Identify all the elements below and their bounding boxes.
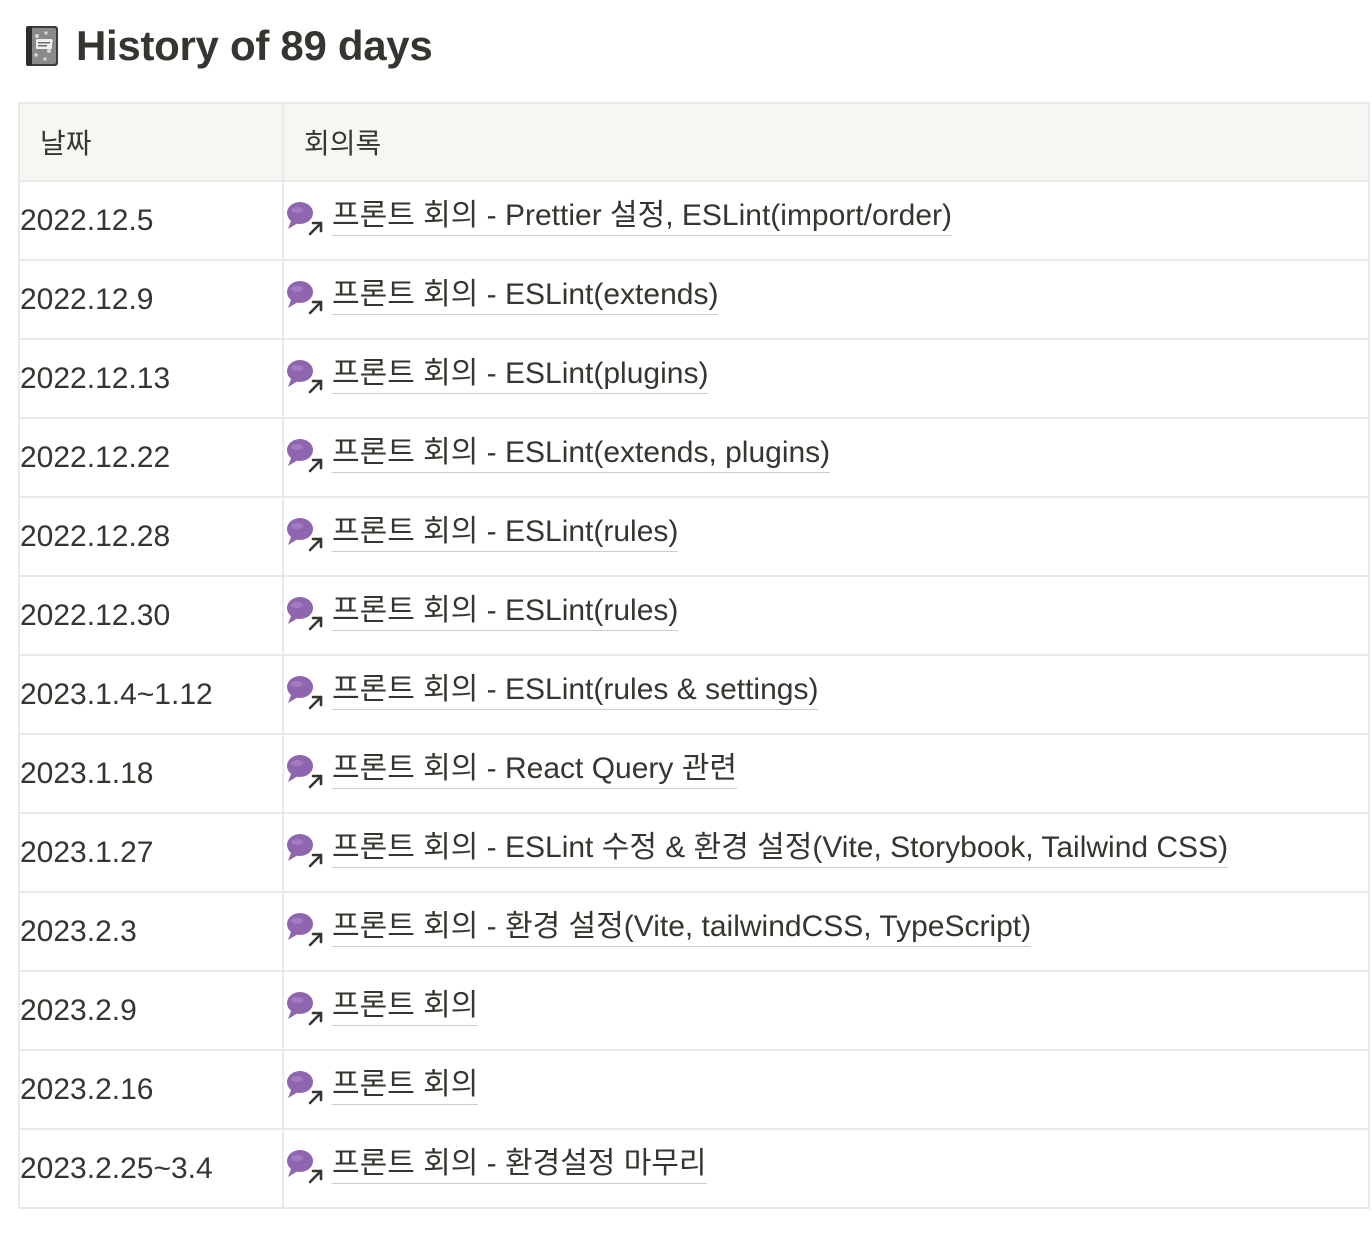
page-link-text[interactable]: 프론트 회의 - React Query 관련 xyxy=(332,751,737,789)
table-row: 2022.12.13 프론트 회의 - ESLint(plugins) xyxy=(18,338,1370,419)
date-cell[interactable]: 2023.2.3 xyxy=(18,891,284,972)
speech-bubble-link-icon xyxy=(284,909,324,949)
speech-bubble-link-icon xyxy=(284,593,324,633)
page-link[interactable]: 프론트 회의 - ESLint(extends) xyxy=(284,276,719,317)
speech-bubble-link-icon xyxy=(284,672,324,712)
table-row: 2023.2.3 프론트 회의 - 환경 설정(Vite, tailwindCS… xyxy=(18,891,1370,972)
page-heading: History of 89 days xyxy=(22,18,433,74)
page-link-text[interactable]: 프론트 회의 - 환경설정 마무리 xyxy=(332,1146,707,1184)
page-link-text[interactable]: 프론트 회의 - ESLint(rules & settings) xyxy=(332,672,819,710)
page-link-text[interactable]: 프론트 회의 xyxy=(332,1067,479,1105)
speech-bubble-link-icon xyxy=(284,830,324,870)
speech-bubble-link-icon xyxy=(284,1146,324,1186)
page-link-text[interactable]: 프론트 회의 - ESLint(extends) xyxy=(332,277,719,315)
page-link[interactable]: 프론트 회의 - Prettier 설정, ESLint(import/orde… xyxy=(284,197,952,237)
notion-page: History of 89 days 날짜 회의록 2022.12.5 프론트 … xyxy=(0,0,1372,1238)
page-link-text[interactable]: 프론트 회의 - ESLint(plugins) xyxy=(332,356,709,394)
page-title: History of 89 days xyxy=(76,22,433,69)
date-cell[interactable]: 2023.1.27 xyxy=(18,812,284,893)
date-cell[interactable]: 2022.12.28 xyxy=(18,496,284,577)
speech-bubble-link-icon xyxy=(284,1067,324,1107)
minutes-cell: 프론트 회의 - Prettier 설정, ESLint(import/orde… xyxy=(282,180,1370,261)
speech-bubble-link-icon xyxy=(284,751,324,791)
table-header-row: 날짜 회의록 xyxy=(18,102,1370,182)
page-link[interactable]: 프론트 회의 - ESLint(extends, plugins) xyxy=(284,434,831,475)
date-cell[interactable]: 2022.12.5 xyxy=(18,180,284,261)
speech-bubble-link-icon xyxy=(284,514,324,554)
minutes-cell: 프론트 회의 - ESLint(rules) xyxy=(282,575,1370,656)
table-row: 2023.2.9 프론트 회의 xyxy=(18,970,1370,1051)
minutes-cell: 프론트 회의 - 환경설정 마무리 xyxy=(282,1128,1370,1209)
date-cell[interactable]: 2022.12.22 xyxy=(18,417,284,498)
table-row: 2022.12.22 프론트 회의 - ESLint(extends, plug… xyxy=(18,417,1370,498)
minutes-cell: 프론트 회의 xyxy=(282,1049,1370,1130)
table-row: 2023.1.18 프론트 회의 - React Query 관련 xyxy=(18,733,1370,814)
speech-bubble-link-icon xyxy=(284,198,324,238)
page-link-text[interactable]: 프론트 회의 - ESLint 수정 & 환경 설정(Vite, Storybo… xyxy=(332,830,1229,868)
notebook-icon xyxy=(22,24,62,68)
column-header-date[interactable]: 날짜 xyxy=(18,102,284,182)
table-row: 2022.12.28 프론트 회의 - ESLint(rules) xyxy=(18,496,1370,577)
minutes-cell: 프론트 회의 - ESLint(rules) xyxy=(282,496,1370,577)
date-cell[interactable]: 2022.12.13 xyxy=(18,338,284,419)
page-link-text[interactable]: 프론트 회의 xyxy=(332,988,479,1026)
column-header-minutes[interactable]: 회의록 xyxy=(282,102,1370,182)
date-cell[interactable]: 2023.2.9 xyxy=(18,970,284,1051)
minutes-cell: 프론트 회의 - 환경 설정(Vite, tailwindCSS, TypeSc… xyxy=(282,891,1370,972)
date-cell[interactable]: 2023.2.25~3.4 xyxy=(18,1128,284,1209)
minutes-cell: 프론트 회의 - ESLint(rules & settings) xyxy=(282,654,1370,735)
date-cell[interactable]: 2023.2.16 xyxy=(18,1049,284,1130)
page-link[interactable]: 프론트 회의 - React Query 관련 xyxy=(284,750,737,790)
table-row: 2023.1.4~1.12 프론트 회의 - ESLint(rules & se… xyxy=(18,654,1370,735)
page-link[interactable]: 프론트 회의 - 환경 설정(Vite, tailwindCSS, TypeSc… xyxy=(284,908,1032,949)
speech-bubble-link-icon xyxy=(284,435,324,475)
minutes-cell: 프론트 회의 - ESLint(extends) xyxy=(282,259,1370,340)
date-cell[interactable]: 2022.12.9 xyxy=(18,259,284,340)
minutes-cell: 프론트 회의 - ESLint 수정 & 환경 설정(Vite, Storybo… xyxy=(282,812,1370,893)
page-link-text[interactable]: 프론트 회의 - 환경 설정(Vite, tailwindCSS, TypeSc… xyxy=(332,909,1032,947)
page-link[interactable]: 프론트 회의 - 환경설정 마무리 xyxy=(284,1145,707,1185)
page-link-text[interactable]: 프론트 회의 - ESLint(extends, plugins) xyxy=(332,435,831,473)
table-row: 2022.12.9 프론트 회의 - ESLint(extends) xyxy=(18,259,1370,340)
page-link[interactable]: 프론트 회의 - ESLint 수정 & 환경 설정(Vite, Storybo… xyxy=(284,829,1229,870)
speech-bubble-link-icon xyxy=(284,277,324,317)
table-body: 2022.12.5 프론트 회의 - Prettier 설정, ESLint(i… xyxy=(18,180,1370,1209)
page-link-text[interactable]: 프론트 회의 - Prettier 설정, ESLint(import/orde… xyxy=(332,198,952,236)
minutes-cell: 프론트 회의 - ESLint(plugins) xyxy=(282,338,1370,419)
date-cell[interactable]: 2022.12.30 xyxy=(18,575,284,656)
page-link[interactable]: 프론트 회의 xyxy=(284,1066,479,1107)
page-link[interactable]: 프론트 회의 - ESLint(rules) xyxy=(284,592,679,633)
date-cell[interactable]: 2023.1.18 xyxy=(18,733,284,814)
speech-bubble-link-icon xyxy=(284,356,324,396)
page-link[interactable]: 프론트 회의 - ESLint(rules) xyxy=(284,513,679,554)
page-link-text[interactable]: 프론트 회의 - ESLint(rules) xyxy=(332,593,679,631)
table-row: 2022.12.5 프론트 회의 - Prettier 설정, ESLint(i… xyxy=(18,180,1370,261)
page-link[interactable]: 프론트 회의 - ESLint(rules & settings) xyxy=(284,671,819,712)
table-row: 2023.1.27 프론트 회의 - ESLint 수정 & 환경 설정(Vit… xyxy=(18,812,1370,893)
page-link[interactable]: 프론트 회의 xyxy=(284,987,479,1028)
date-cell[interactable]: 2023.1.4~1.12 xyxy=(18,654,284,735)
history-table: 날짜 회의록 2022.12.5 프론트 회의 - Prettier 설정, E… xyxy=(18,102,1370,1209)
minutes-cell: 프론트 회의 xyxy=(282,970,1370,1051)
minutes-cell: 프론트 회의 - React Query 관련 xyxy=(282,733,1370,814)
minutes-cell: 프론트 회의 - ESLint(extends, plugins) xyxy=(282,417,1370,498)
table-row: 2023.2.16 프론트 회의 xyxy=(18,1049,1370,1130)
table-row: 2023.2.25~3.4 프론트 회의 - 환경설정 마무리 xyxy=(18,1128,1370,1209)
page-link-text[interactable]: 프론트 회의 - ESLint(rules) xyxy=(332,514,679,552)
page-link[interactable]: 프론트 회의 - ESLint(plugins) xyxy=(284,355,709,396)
speech-bubble-link-icon xyxy=(284,988,324,1028)
table-row: 2022.12.30 프론트 회의 - ESLint(rules) xyxy=(18,575,1370,656)
